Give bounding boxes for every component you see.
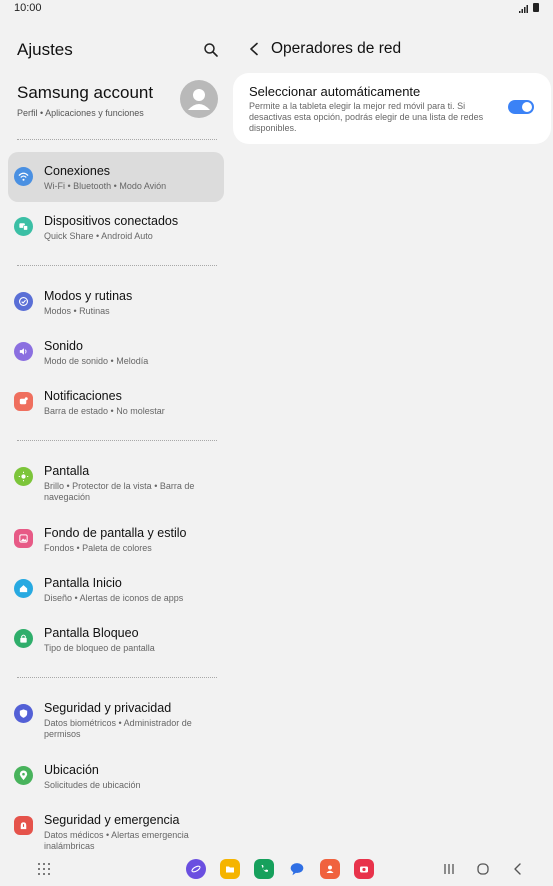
avatar[interactable] [180, 80, 218, 118]
item-sub: Modo de sonido • Melodía [44, 356, 149, 366]
toggle-knob [522, 102, 532, 112]
battery-icon [533, 3, 539, 12]
item-sub: Tipo de bloqueo de pantalla [44, 643, 155, 653]
signal-icon [519, 5, 528, 13]
settings-title: Ajustes [17, 40, 73, 59]
settings-item-bloqueo[interactable]: Pantalla Bloqueo Tipo de bloqueo de pant… [8, 614, 224, 664]
wallpaper-icon [14, 529, 33, 548]
auto-select-card[interactable]: Seleccionar automáticamente Permite a la… [233, 73, 551, 144]
item-sub: Datos médicos • Alertas emergencia inalá… [44, 830, 189, 851]
volume-icon [14, 342, 33, 361]
status-bar: 10:00 [0, 0, 553, 18]
my-files-app-icon[interactable] [220, 859, 240, 879]
camera-app-icon[interactable] [354, 859, 374, 879]
phone-app-icon[interactable] [254, 859, 274, 879]
status-time: 10:00 [14, 2, 42, 14]
item-title: Ubicación [44, 763, 99, 777]
internet-app-icon[interactable] [186, 859, 206, 879]
item-title: Modos y rutinas [44, 289, 133, 303]
auto-select-description: Permite a la tableta elegir la mejor red… [249, 101, 484, 133]
devices-icon [14, 217, 33, 236]
divider [17, 440, 217, 441]
settings-item-inicio[interactable]: Pantalla Inicio Diseño • Alertas de icon… [8, 564, 224, 614]
account-sub: Perfil • Aplicaciones y funciones [17, 108, 144, 118]
item-title: Pantalla [44, 464, 90, 478]
settings-item-fondo[interactable]: Fondo de pantalla y estilo Fondos • Pale… [8, 514, 224, 564]
item-title: Seguridad y privacidad [44, 701, 172, 715]
search-icon[interactable] [203, 42, 219, 58]
item-title: Notificaciones [44, 389, 122, 403]
wifi-icon [14, 167, 33, 186]
settings-item-modos[interactable]: Modos y rutinas Modos • Rutinas [8, 277, 224, 327]
settings-item-dispositivos[interactable]: Dispositivos conectados Quick Share • An… [8, 202, 224, 252]
item-sub: Diseño • Alertas de iconos de apps [44, 593, 184, 603]
home-icon [14, 579, 33, 598]
item-sub: Datos biométricos • Administrador de per… [44, 718, 192, 739]
settings-item-notificaciones[interactable]: Notificaciones Barra de estado • No mole… [8, 377, 224, 427]
back-arrow-icon[interactable] [248, 42, 260, 56]
emergency-icon [14, 816, 33, 835]
item-sub: Quick Share • Android Auto [44, 231, 153, 241]
item-title: Dispositivos conectados [44, 214, 179, 228]
location-icon [14, 766, 33, 785]
item-title: Fondo de pantalla y estilo [44, 526, 187, 540]
settings-item-conexiones[interactable]: Conexiones Wi-Fi • Bluetooth • Modo Avió… [8, 152, 224, 202]
settings-item-seguridad-privacidad[interactable]: Seguridad y privacidad Datos biométricos… [8, 689, 224, 745]
item-sub: Solicitudes de ubicación [44, 780, 141, 790]
item-sub: Fondos • Paleta de colores [44, 543, 152, 553]
app-drawer-icon[interactable] [36, 861, 52, 877]
settings-item-ubicacion[interactable]: Ubicación Solicitudes de ubicación [8, 751, 224, 801]
network-operators-panel: Operadores de red Seleccionar automática… [232, 18, 553, 853]
divider [17, 265, 217, 266]
messages-app-icon[interactable] [287, 859, 307, 879]
lock-icon [14, 629, 33, 648]
divider [17, 139, 217, 140]
item-sub: Barra de estado • No molestar [44, 406, 165, 416]
brightness-icon [14, 467, 33, 486]
account-name: Samsung account [17, 83, 154, 102]
samsung-account-entry[interactable]: Samsung account Perfil • Aplicaciones y … [17, 83, 153, 118]
recent-apps-icon[interactable] [441, 861, 457, 877]
item-title: Pantalla Bloqueo [44, 626, 139, 640]
item-sub: Brillo • Protector de la vista • Barra d… [44, 481, 195, 502]
item-sub: Wi-Fi • Bluetooth • Modo Avión [44, 181, 167, 191]
auto-select-title: Seleccionar automáticamente [249, 84, 421, 99]
navigation-bar [0, 853, 553, 886]
settings-item-pantalla[interactable]: Pantalla Brillo • Protector de la vista … [8, 452, 224, 508]
settings-list-panel: Ajustes Samsung account Perfil • Aplicac… [0, 18, 232, 853]
item-title: Sonido [44, 339, 83, 353]
divider [17, 677, 217, 678]
item-sub: Modos • Rutinas [44, 306, 110, 316]
auto-select-toggle[interactable] [508, 100, 534, 114]
page-title: Operadores de red [271, 40, 402, 57]
person-icon [188, 89, 210, 110]
back-button-icon[interactable] [510, 861, 526, 877]
settings-item-seguridad-emergencia[interactable]: Seguridad y emergencia Datos médicos • A… [8, 801, 224, 853]
shield-icon [14, 704, 33, 723]
check-circle-icon [14, 292, 33, 311]
home-button-icon[interactable] [475, 861, 491, 877]
settings-item-sonido[interactable]: Sonido Modo de sonido • Melodía [8, 327, 224, 377]
item-title: Pantalla Inicio [44, 576, 122, 590]
contacts-app-icon[interactable] [320, 859, 340, 879]
item-title: Seguridad y emergencia [44, 813, 180, 827]
item-title: Conexiones [44, 164, 111, 178]
notification-icon [14, 392, 33, 411]
